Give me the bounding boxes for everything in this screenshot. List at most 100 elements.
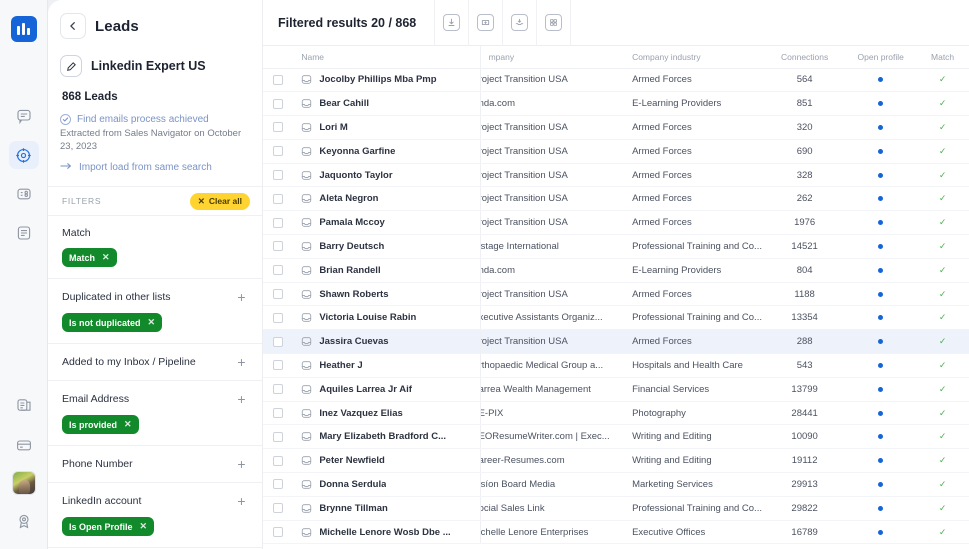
list-name-row[interactable]: Linkedin Expert US: [60, 55, 250, 77]
row-name-cell[interactable]: Lori M: [287, 116, 480, 140]
row-name-cell[interactable]: Bear Cahill: [287, 92, 480, 116]
row-checkbox[interactable]: [273, 408, 283, 418]
row-name-cell[interactable]: Jaquonto Taylor: [287, 163, 480, 187]
table-row[interactable]: Jassira Cuevasroject Transition USAArmed…: [263, 330, 969, 354]
row-checkbox-cell[interactable]: [263, 496, 287, 520]
row-checkbox[interactable]: [273, 122, 283, 132]
row-name-cell[interactable]: Brian Randell: [287, 258, 480, 282]
add-filter-icon[interactable]: +: [235, 494, 248, 508]
row-checkbox[interactable]: [273, 432, 283, 442]
row-checkbox-cell[interactable]: [263, 425, 287, 449]
select-all-column[interactable]: [263, 46, 287, 68]
filter-group-header[interactable]: Email Address+: [62, 392, 248, 406]
row-checkbox[interactable]: [273, 289, 283, 299]
row-checkbox[interactable]: [273, 241, 283, 251]
column-header-company[interactable]: mpany: [480, 46, 622, 68]
columns-icon[interactable]: [537, 0, 570, 46]
filter-group-header[interactable]: Phone Number+: [62, 457, 248, 471]
row-checkbox[interactable]: [273, 360, 283, 370]
templates-icon[interactable]: [9, 391, 39, 419]
row-name-cell[interactable]: Brynne Tillman: [287, 496, 480, 520]
row-checkbox-cell[interactable]: [263, 377, 287, 401]
column-header-open-profile[interactable]: Open profile: [845, 46, 916, 68]
add-filter-icon[interactable]: +: [235, 457, 248, 471]
row-checkbox[interactable]: [273, 218, 283, 228]
row-checkbox-cell[interactable]: [263, 401, 287, 425]
row-checkbox[interactable]: [273, 75, 283, 85]
table-row[interactable]: Keyonna Garfineroject Transition USAArme…: [263, 139, 969, 163]
row-checkbox-cell[interactable]: [263, 163, 287, 187]
table-row[interactable]: Pamala Mccoyroject Transition USAArmed F…: [263, 211, 969, 235]
row-checkbox[interactable]: [273, 456, 283, 466]
row-name-cell[interactable]: Jassira Cuevas: [287, 330, 480, 354]
filter-chip[interactable]: Is not duplicated✕: [62, 313, 162, 332]
row-checkbox-cell[interactable]: [263, 92, 287, 116]
filter-group-header[interactable]: Match: [62, 227, 248, 239]
row-name-cell[interactable]: Jocolby Phillips Mba Pmp: [287, 68, 480, 92]
row-checkbox[interactable]: [273, 194, 283, 204]
tasks-icon[interactable]: [9, 219, 39, 247]
avatar[interactable]: [12, 471, 36, 495]
row-checkbox[interactable]: [273, 527, 283, 537]
target-icon[interactable]: [9, 141, 39, 169]
table-row[interactable]: Jaquonto Taylorroject Transition USAArme…: [263, 163, 969, 187]
table-row[interactable]: Shawn Robertsroject Transition USAArmed …: [263, 282, 969, 306]
billing-icon[interactable]: [9, 431, 39, 459]
app-logo[interactable]: [11, 16, 37, 42]
table-row[interactable]: Barry Deutschistage InternationalProfess…: [263, 235, 969, 259]
table-row[interactable]: Aleta Negronroject Transition USAArmed F…: [263, 187, 969, 211]
badge-icon[interactable]: [9, 507, 39, 535]
table-row[interactable]: Mary Elizabeth Bradford C...EOResumeWrit…: [263, 425, 969, 449]
row-name-cell[interactable]: Heather J: [287, 354, 480, 378]
row-checkbox-cell[interactable]: [263, 68, 287, 92]
row-name-cell[interactable]: Victoria Louise Rabin: [287, 306, 480, 330]
filter-group-header[interactable]: Duplicated in other lists+: [62, 290, 248, 304]
add-filter-icon[interactable]: +: [235, 392, 248, 406]
row-checkbox[interactable]: [273, 384, 283, 394]
row-name-cell[interactable]: Peter Newfield: [287, 449, 480, 473]
row-name-cell[interactable]: Donna Serdula: [287, 473, 480, 497]
row-checkbox-cell[interactable]: [263, 449, 287, 473]
row-checkbox-cell[interactable]: [263, 354, 287, 378]
row-checkbox-cell[interactable]: [263, 306, 287, 330]
table-row[interactable]: Jocolby Phillips Mba Pmproject Transitio…: [263, 68, 969, 92]
row-name-cell[interactable]: Keyonna Garfine: [287, 139, 480, 163]
add-filter-icon[interactable]: +: [235, 355, 248, 369]
clear-all-button[interactable]: ✕ Clear all: [190, 193, 250, 210]
leads-table-scroll[interactable]: Name mpany Company industry Connections …: [263, 46, 969, 549]
row-checkbox[interactable]: [273, 479, 283, 489]
back-button[interactable]: [60, 13, 86, 39]
column-header-connections[interactable]: Connections: [764, 46, 845, 68]
row-checkbox-cell[interactable]: [263, 187, 287, 211]
row-checkbox-cell[interactable]: [263, 330, 287, 354]
row-checkbox-cell[interactable]: [263, 139, 287, 163]
table-row[interactable]: Bear Cahillnda.comE-Learning Providers85…: [263, 92, 969, 116]
filter-chip[interactable]: Is provided✕: [62, 415, 139, 434]
table-row[interactable]: Lori Mroject Transition USAArmed Forces3…: [263, 116, 969, 140]
row-name-cell[interactable]: Inez Vazquez Elias: [287, 401, 480, 425]
row-checkbox-cell[interactable]: [263, 520, 287, 544]
row-name-cell[interactable]: Aquiles Larrea Jr Aif: [287, 377, 480, 401]
filter-group-header[interactable]: LinkedIn account+: [62, 494, 248, 508]
sequence-icon[interactable]: [9, 180, 39, 208]
row-checkbox-cell[interactable]: [263, 282, 287, 306]
table-row[interactable]: Inez Vazquez EliasE-PIXPhotography28441✓: [263, 401, 969, 425]
table-row[interactable]: Donna Serdulaisíon Board MediaMarketing …: [263, 473, 969, 497]
row-checkbox-cell[interactable]: [263, 473, 287, 497]
add-filter-icon[interactable]: +: [235, 290, 248, 304]
row-checkbox[interactable]: [273, 503, 283, 513]
column-header-industry[interactable]: Company industry: [622, 46, 764, 68]
row-name-cell[interactable]: Michelle Lenore Wosb Dbe ...: [287, 520, 480, 544]
row-name-cell[interactable]: Mary Elizabeth Bradford C...: [287, 425, 480, 449]
column-header-match[interactable]: Match: [916, 46, 969, 68]
remove-chip-icon[interactable]: ✕: [140, 521, 148, 532]
row-checkbox[interactable]: [273, 337, 283, 347]
filter-chip[interactable]: Is Open Profile✕: [62, 517, 154, 536]
row-checkbox-cell[interactable]: [263, 116, 287, 140]
row-checkbox[interactable]: [273, 146, 283, 156]
remove-chip-icon[interactable]: ✕: [124, 419, 132, 430]
row-checkbox-cell[interactable]: [263, 211, 287, 235]
remove-chip-icon[interactable]: ✕: [148, 317, 156, 328]
filter-group-header[interactable]: Added to my Inbox / Pipeline+: [62, 355, 248, 369]
table-row[interactable]: Aquiles Larrea Jr Aifarrea Wealth Manage…: [263, 377, 969, 401]
